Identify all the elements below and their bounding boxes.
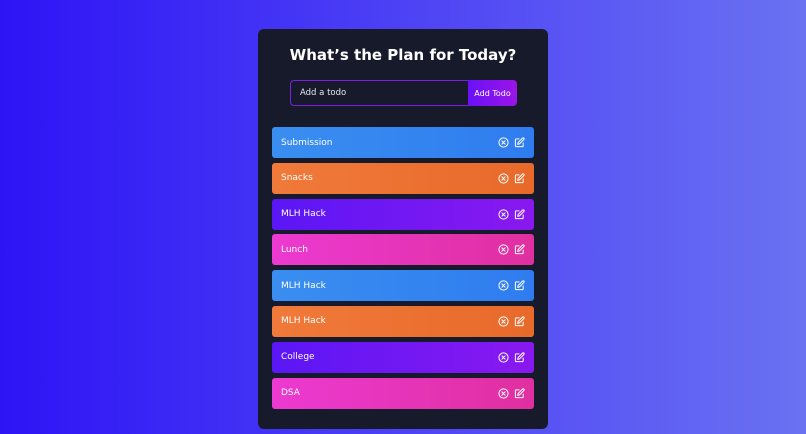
todo-actions: [498, 316, 525, 327]
page-title: What’s the Plan for Today?: [289, 46, 517, 64]
edit-icon[interactable]: [514, 137, 525, 148]
todo-item: Submission: [272, 127, 534, 158]
todo-actions: [498, 387, 525, 399]
todo-item: Lunch: [272, 234, 534, 266]
todo-label: DSA: [281, 388, 300, 399]
edit-icon[interactable]: [514, 244, 525, 255]
todo-actions: [498, 352, 525, 363]
todo-item: MLH Hack: [272, 270, 534, 302]
close-circle-icon[interactable]: [498, 387, 509, 399]
todo-label: MLH Hack: [281, 280, 326, 291]
todo-actions: [498, 244, 525, 255]
todo-list: Submission Snacks MLH Hack Lunch MLH Hac…: [272, 127, 534, 413]
todo-label: Snacks: [281, 173, 313, 184]
edit-icon[interactable]: [514, 387, 525, 399]
todo-app: What’s the Plan for Today? Add Todo Subm…: [258, 29, 548, 429]
todo-item: MLH Hack: [272, 305, 534, 337]
edit-icon[interactable]: [514, 173, 525, 184]
todo-actions: [498, 280, 525, 291]
edit-icon[interactable]: [514, 316, 525, 327]
close-circle-icon[interactable]: [498, 209, 509, 220]
todo-input[interactable]: [290, 80, 468, 106]
todo-label: College: [281, 352, 315, 363]
todo-item: College: [272, 341, 534, 373]
todo-actions: [498, 208, 525, 220]
close-circle-icon[interactable]: [498, 280, 509, 291]
todo-item: Snacks: [272, 162, 534, 194]
close-circle-icon[interactable]: [498, 316, 509, 327]
edit-icon[interactable]: [514, 208, 525, 220]
todo-item: DSA: [272, 377, 534, 409]
todo-label: MLH Hack: [281, 209, 326, 220]
todo-actions: [498, 173, 525, 184]
close-circle-icon[interactable]: [498, 244, 509, 255]
todo-item: MLH Hack: [272, 198, 534, 230]
todo-label: Lunch: [281, 244, 308, 255]
todo-actions: [498, 137, 525, 148]
add-todo-button[interactable]: Add Todo: [468, 80, 517, 106]
edit-icon[interactable]: [514, 280, 525, 291]
close-circle-icon[interactable]: [498, 173, 509, 184]
todo-form: Add Todo: [290, 80, 517, 106]
close-circle-icon[interactable]: [498, 137, 509, 148]
todo-label: Submission: [281, 137, 333, 148]
close-circle-icon[interactable]: [498, 352, 509, 363]
edit-icon[interactable]: [514, 352, 525, 363]
todo-label: MLH Hack: [281, 316, 326, 327]
